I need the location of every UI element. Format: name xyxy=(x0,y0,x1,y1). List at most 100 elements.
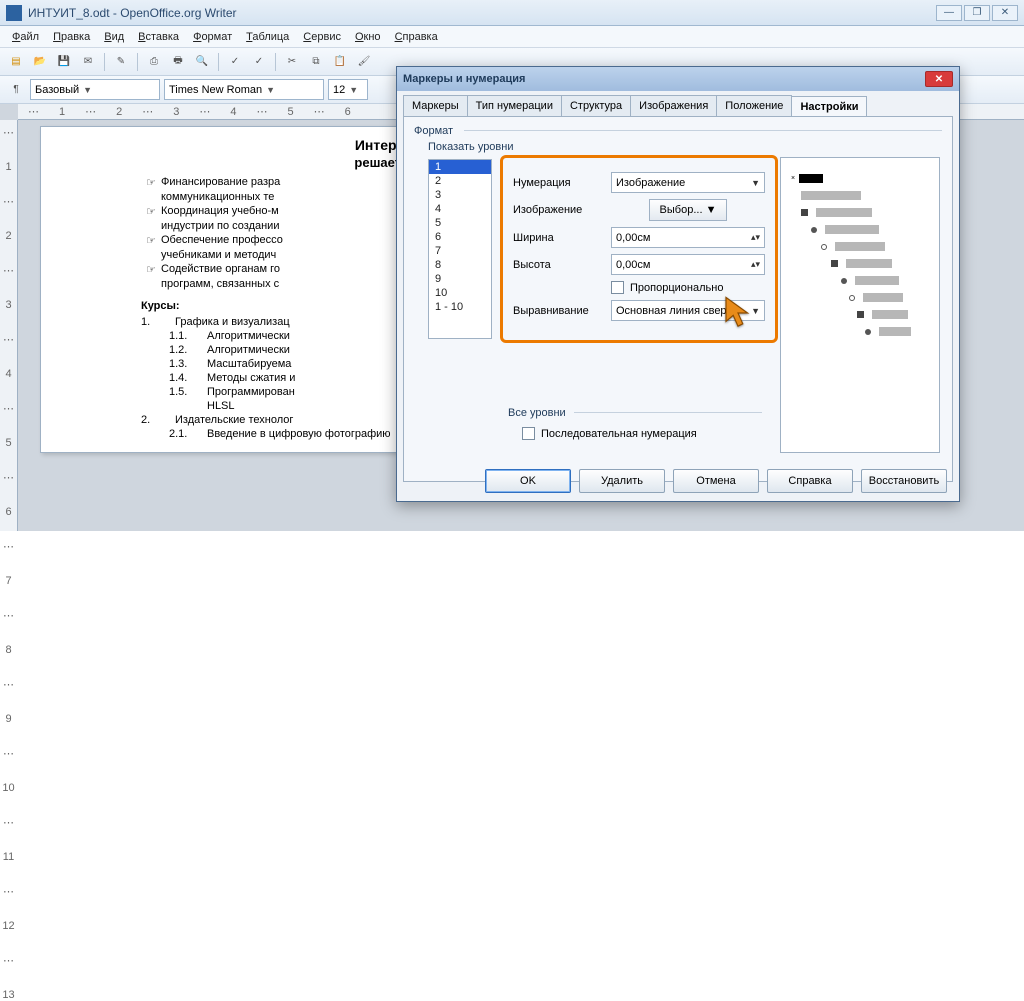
close-button[interactable]: ✕ xyxy=(992,5,1018,21)
cancel-button[interactable]: Отмена xyxy=(673,469,759,493)
doc-text: Финансирование разра xyxy=(161,176,280,189)
levels-listbox[interactable]: 123456789101 - 10 xyxy=(428,159,492,339)
app-icon xyxy=(6,5,22,21)
help-button[interactable]: Справка xyxy=(767,469,853,493)
tab-Изображения[interactable]: Изображения xyxy=(630,95,717,116)
level-item[interactable]: 2 xyxy=(429,174,491,188)
level-item[interactable]: 7 xyxy=(429,244,491,258)
doc-text: индустрии по создании xyxy=(161,220,279,232)
sequential-numbering-checkbox[interactable]: Последовательная нумерация xyxy=(522,427,697,440)
menu-insert[interactable]: Вставка xyxy=(132,29,185,45)
menu-edit[interactable]: Правка xyxy=(47,29,96,45)
menu-help[interactable]: Справка xyxy=(389,29,444,45)
doc-text: HLSL xyxy=(207,400,235,412)
level-item[interactable]: 1 xyxy=(429,160,491,174)
doc-text: программ, связанных с xyxy=(161,278,279,290)
menu-window[interactable]: Окно xyxy=(349,29,387,45)
window-titlebar: ИНТУИТ_8.odt - OpenOffice.org Writer — ❐… xyxy=(0,0,1024,26)
width-spinner[interactable]: 0,00см▴▾ xyxy=(611,227,765,248)
brush-icon[interactable]: 🖌 xyxy=(354,52,374,72)
preview-icon[interactable]: 🔍 xyxy=(192,52,212,72)
list-number xyxy=(169,400,207,412)
level-item[interactable]: 8 xyxy=(429,258,491,272)
doc-text: Обеспечение профессо xyxy=(161,234,283,247)
font-name-combo[interactable]: Times New Roman▼ xyxy=(164,79,324,100)
all-levels-label: Все уровни xyxy=(508,407,566,419)
delete-button[interactable]: Удалить xyxy=(579,469,665,493)
spellcheck-icon[interactable]: ✓ xyxy=(225,52,245,72)
tab-panel-settings: Формат Показать уровни 123456789101 - 10… xyxy=(403,116,953,482)
bullet-glyph: ☞ xyxy=(141,176,161,189)
list-number: 1.2. xyxy=(169,344,207,356)
menu-tools[interactable]: Сервис xyxy=(297,29,347,45)
doc-text: Графика и визуализац xyxy=(175,316,290,328)
ok-button[interactable]: OK xyxy=(485,469,571,493)
paragraph-style-value: Базовый xyxy=(35,84,79,96)
vertical-ruler[interactable]: ⋯1⋯2⋯3⋯4⋯5⋯6⋯7⋯8⋯9⋯10⋯11⋯12⋯13 xyxy=(0,120,18,531)
level-item[interactable]: 5 xyxy=(429,216,491,230)
image-label: Изображение xyxy=(513,204,605,216)
restore-button[interactable]: Восстановить xyxy=(861,469,947,493)
mail-icon[interactable]: ✉ xyxy=(78,52,98,72)
level-item[interactable]: 1 - 10 xyxy=(429,300,491,314)
dialog-tabs: МаркерыТип нумерацииСтруктураИзображения… xyxy=(397,91,959,116)
tab-Тип нумерации[interactable]: Тип нумерации xyxy=(467,95,562,116)
tab-Структура[interactable]: Структура xyxy=(561,95,631,116)
doc-text: Алгоритмически xyxy=(207,344,290,356)
open-icon[interactable]: 📂 xyxy=(30,52,50,72)
level-item[interactable]: 6 xyxy=(429,230,491,244)
menu-format[interactable]: Формат xyxy=(187,29,238,45)
alignment-label: Выравнивание xyxy=(513,305,605,317)
dialog-titlebar[interactable]: Маркеры и нумерация ✕ xyxy=(397,67,959,91)
doc-text: коммуникационных те xyxy=(161,191,274,203)
numbering-label: Нумерация xyxy=(513,177,605,189)
doc-text: Содействие органам го xyxy=(161,263,280,276)
list-number: 1. xyxy=(141,316,175,328)
format-fieldset-label: Формат xyxy=(414,125,453,137)
edit-icon[interactable]: ✎ xyxy=(111,52,131,72)
level-item[interactable]: 3 xyxy=(429,188,491,202)
doc-text: учебниками и методич xyxy=(161,249,276,261)
print-icon[interactable]: 🖶 xyxy=(168,52,188,72)
list-number: 2.1. xyxy=(169,428,207,440)
tab-Настройки[interactable]: Настройки xyxy=(791,96,867,117)
level-item[interactable]: 10 xyxy=(429,286,491,300)
paragraph-style-combo[interactable]: Базовый▼ xyxy=(30,79,160,100)
list-number: 1.5. xyxy=(169,386,207,398)
menu-table[interactable]: Таблица xyxy=(240,29,295,45)
tab-Положение[interactable]: Положение xyxy=(716,95,792,116)
styles-icon[interactable]: ¶ xyxy=(6,80,26,100)
window-title: ИНТУИТ_8.odt - OpenOffice.org Writer xyxy=(28,6,936,20)
menu-view[interactable]: Вид xyxy=(98,29,130,45)
level-item[interactable]: 9 xyxy=(429,272,491,286)
doc-text: Издательские технолог xyxy=(175,414,293,426)
cut-icon[interactable]: ✂ xyxy=(282,52,302,72)
paste-icon[interactable]: 📋 xyxy=(330,52,350,72)
font-size-value: 12 xyxy=(333,84,345,96)
doc-text: Алгоритмически xyxy=(207,330,290,342)
new-doc-icon[interactable]: ▤ xyxy=(6,52,26,72)
minimize-button[interactable]: — xyxy=(936,5,962,21)
pdf-icon[interactable]: ⎙ xyxy=(144,52,164,72)
numbering-combo[interactable]: Изображение▼ xyxy=(611,172,765,193)
maximize-button[interactable]: ❐ xyxy=(964,5,990,21)
image-select-button[interactable]: Выбор... ▼ xyxy=(649,199,728,221)
level-item[interactable]: 4 xyxy=(429,202,491,216)
proportional-checkbox[interactable]: Пропорционально xyxy=(513,281,765,294)
copy-icon[interactable]: ⧉ xyxy=(306,52,326,72)
menu-file[interactable]: Файл xyxy=(6,29,45,45)
list-number: 1.1. xyxy=(169,330,207,342)
doc-text: Введение в цифровую фотографию xyxy=(207,428,391,440)
menubar: Файл Правка Вид Вставка Формат Таблица С… xyxy=(0,26,1024,48)
tab-Маркеры[interactable]: Маркеры xyxy=(403,95,468,116)
font-name-value: Times New Roman xyxy=(169,84,262,96)
autocheck-icon[interactable]: ✓ xyxy=(249,52,269,72)
doc-text: Методы сжатия и xyxy=(207,372,295,384)
height-spinner[interactable]: 0,00см▴▾ xyxy=(611,254,765,275)
font-size-combo[interactable]: 12▼ xyxy=(328,79,368,100)
checkbox-icon xyxy=(522,427,535,440)
doc-text: Программирован xyxy=(207,386,295,398)
dialog-close-button[interactable]: ✕ xyxy=(925,71,953,87)
save-icon[interactable]: 💾 xyxy=(54,52,74,72)
dialog-title: Маркеры и нумерация xyxy=(403,73,525,85)
